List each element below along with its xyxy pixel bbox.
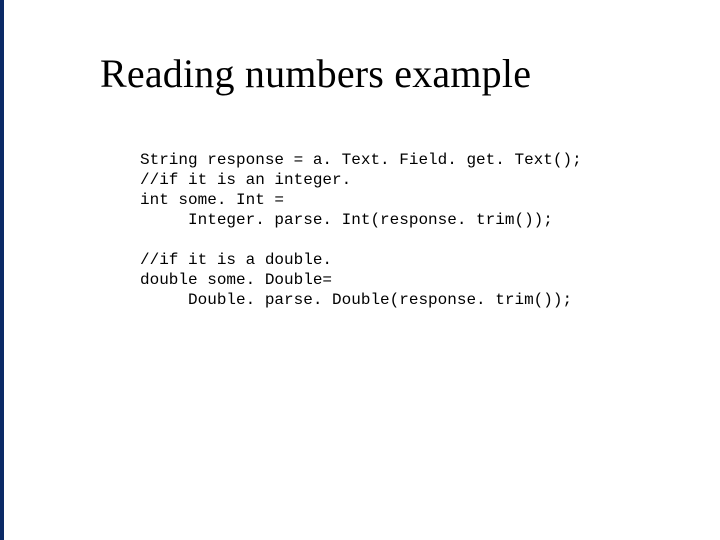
code-line: //if it is a double. [140, 251, 332, 269]
code-line: int some. Int = [140, 191, 284, 209]
code-block: String response = a. Text. Field. get. T… [140, 130, 582, 330]
slide-title: Reading numbers example [100, 50, 531, 97]
code-line: //if it is an integer. [140, 171, 351, 189]
code-line: String response = a. Text. Field. get. T… [140, 151, 582, 169]
code-line: Double. parse. Double(response. trim()); [140, 291, 572, 309]
accent-bar [0, 0, 4, 540]
code-line: Integer. parse. Int(response. trim()); [140, 211, 553, 229]
code-line: double some. Double= [140, 271, 332, 289]
slide: Reading numbers example String response … [0, 0, 720, 540]
